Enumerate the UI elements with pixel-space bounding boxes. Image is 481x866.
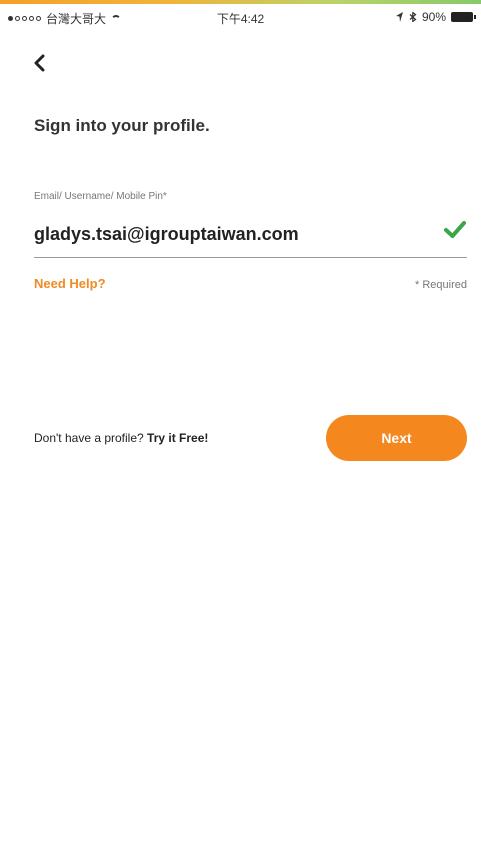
email-field[interactable] [34, 216, 429, 252]
try-it-free-link[interactable]: Try it Free! [147, 431, 208, 445]
chevron-left-icon [34, 54, 45, 72]
top-accent-bar [0, 0, 481, 4]
status-bar: 台灣大哥大 下午4:42 90% [0, 6, 481, 30]
no-profile-prompt: Don't have a profile? Try it Free! [34, 431, 208, 445]
email-field-underline [34, 257, 467, 258]
bluetooth-icon [409, 12, 417, 22]
battery-percentage: 90% [421, 10, 446, 24]
no-profile-text: Don't have a profile? [34, 431, 148, 445]
need-help-link[interactable]: Need Help? [34, 276, 106, 291]
next-button[interactable]: Next [326, 415, 467, 461]
battery-icon [451, 12, 476, 22]
email-field-label: Email/ Username/ Mobile Pin* [34, 191, 167, 202]
status-right-group: 90% [395, 10, 476, 24]
required-note: * Required [415, 279, 467, 291]
check-icon [444, 221, 466, 238]
back-button[interactable] [26, 50, 52, 76]
location-arrow-icon [395, 12, 403, 22]
page-title: Sign into your profile. [34, 116, 210, 135]
